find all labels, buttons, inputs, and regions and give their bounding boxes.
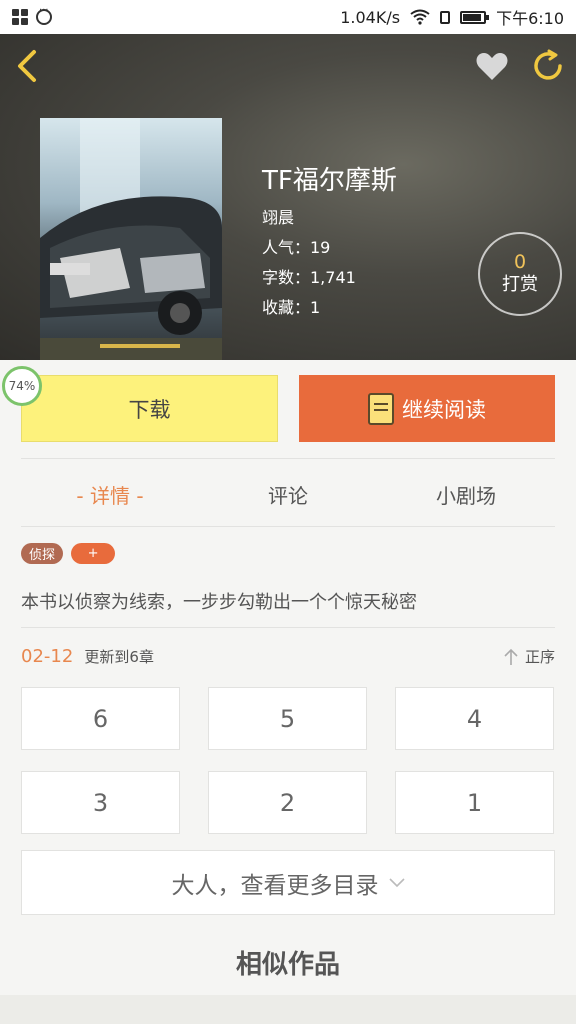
heart-icon[interactable] xyxy=(474,48,510,84)
update-text: 更新到6章 xyxy=(84,648,154,666)
book-title: TF福尔摩斯 xyxy=(262,166,397,196)
book-word-count: 字数：1,741 xyxy=(262,268,356,287)
back-arrow-icon[interactable] xyxy=(12,48,44,84)
sim-icon xyxy=(440,10,451,24)
tab-comments[interactable]: 评论 xyxy=(199,464,377,524)
refresh-icon[interactable] xyxy=(530,48,566,84)
clock: 下午6:10 xyxy=(496,9,564,28)
car-cover-image xyxy=(40,118,222,360)
book-icon xyxy=(368,392,394,425)
chapter-item[interactable]: 2 xyxy=(208,771,367,834)
book-header: TF福尔摩斯 翊晨 人气：19 字数：1,741 收藏：1 0 打赏 xyxy=(0,34,576,360)
chapter-item[interactable]: 4 xyxy=(395,687,554,750)
message-icon xyxy=(36,5,52,25)
download-button[interactable]: 下载 xyxy=(21,375,278,442)
genre-tag[interactable]: 侦探 xyxy=(21,543,64,564)
add-tag-button[interactable]: + xyxy=(71,543,116,564)
battery-icon xyxy=(460,10,490,24)
chapter-item[interactable]: 6 xyxy=(21,687,180,750)
divider xyxy=(21,627,555,628)
arrow-up-icon xyxy=(504,648,518,665)
book-cover[interactable] xyxy=(40,118,222,360)
divider xyxy=(21,458,555,459)
reading-progress-label: 74% xyxy=(8,379,36,393)
status-bar: 1.04K/s 下午6:10 xyxy=(0,0,576,34)
sort-label: 正序 xyxy=(524,648,555,666)
reward-button[interactable]: 0 打赏 xyxy=(478,232,562,316)
divider xyxy=(21,526,555,527)
chapter-item[interactable]: 1 xyxy=(395,771,554,834)
update-date: 02-12 xyxy=(21,646,74,667)
chapter-item[interactable]: 5 xyxy=(208,687,367,750)
more-catalog-label: 大人，查看更多目录 xyxy=(171,872,379,899)
tag-list: 侦探 + xyxy=(21,543,116,564)
chapter-grid: 6 5 4 3 2 1 xyxy=(21,687,555,834)
book-author[interactable]: 翊晨 xyxy=(262,204,294,228)
book-description: 本书以侦察为线索，一步步勾勒出一个个惊天秘密 xyxy=(21,592,417,613)
chevron-down-icon xyxy=(388,877,405,887)
tab-details[interactable]: - 详情 - xyxy=(21,464,199,524)
chapter-item[interactable]: 3 xyxy=(21,771,180,834)
continue-reading-button[interactable]: 继续阅读 xyxy=(299,375,555,442)
apps-grid-icon xyxy=(12,9,28,25)
reward-label: 打赏 xyxy=(502,274,538,295)
continue-reading-label: 继续阅读 xyxy=(402,397,486,422)
reading-progress-badge[interactable]: 74% xyxy=(2,366,42,406)
tab-mini-theater[interactable]: 小剧场 xyxy=(377,464,555,524)
sort-order-toggle[interactable]: 正序 xyxy=(503,646,555,667)
tab-bar: - 详情 - 评论 小剧场 xyxy=(21,464,555,524)
update-row: 02-12 更新到6章 正序 xyxy=(21,646,555,667)
network-speed: 1.04K/s xyxy=(340,7,401,27)
download-label: 下载 xyxy=(128,397,171,422)
book-favorites: 收藏：1 xyxy=(262,298,321,317)
book-popularity: 人气：19 xyxy=(262,238,331,257)
similar-works-heading: 相似作品 xyxy=(235,950,340,980)
wifi-icon xyxy=(410,9,430,25)
more-catalog-button[interactable]: 大人，查看更多目录 xyxy=(21,850,555,915)
reward-count: 0 xyxy=(513,251,527,273)
similar-works-list xyxy=(0,995,576,1024)
